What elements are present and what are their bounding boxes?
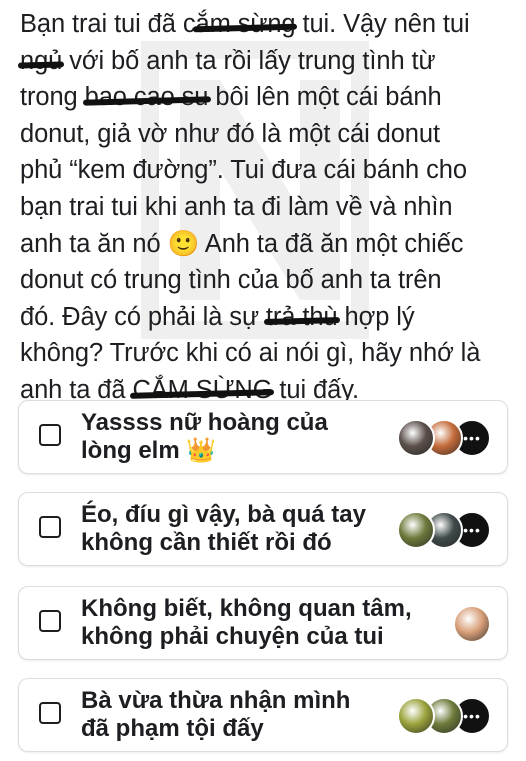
post-line: anh ta ăn nó 🙂 Anh ta đã ăn một chiếc bbox=[20, 226, 520, 263]
poll-option-label: Không biết, không quan tâm, không phải ch… bbox=[81, 595, 412, 651]
post-line: donut có trung tình của bố anh ta trên bbox=[20, 262, 520, 299]
avatar bbox=[397, 511, 435, 549]
poll-option-text: đã phạm tội đấy bbox=[81, 715, 264, 742]
post-text-segment: không? Trước khi có ai nói gì, hãy nhớ l… bbox=[20, 339, 481, 368]
post-line: không? Trước khi có ai nói gì, hãy nhớ l… bbox=[20, 335, 520, 372]
avatar bbox=[397, 419, 435, 457]
poll-checkbox[interactable] bbox=[39, 702, 61, 724]
poll-option-label: Bà vừa thừa nhận mình đã phạm tội đấy bbox=[81, 687, 401, 743]
post-line: ngủ với bố anh ta rồi lấy trung tình từ bbox=[20, 43, 520, 80]
avatar bbox=[453, 605, 491, 643]
post-text-segment: bạn trai tui khi anh ta đi làm về và nhì… bbox=[20, 192, 453, 221]
scribbled-word: trả thù bbox=[266, 299, 338, 336]
post-text-segment: donut có trung tình của bố anh ta trên bbox=[20, 266, 442, 295]
voter-avatars[interactable] bbox=[453, 605, 491, 643]
poll-option-text: Éo, đíu gì vậy, bà quá tay bbox=[81, 501, 366, 528]
voter-avatars[interactable]: ••• bbox=[397, 697, 491, 735]
poll-checkbox[interactable] bbox=[39, 424, 61, 446]
poll-option[interactable]: Bà vừa thừa nhận mình đã phạm tội đấy ••• bbox=[18, 678, 508, 752]
poll-option-label: Yassss nữ hoàng của lòng elm 👑 bbox=[81, 409, 401, 465]
avatar bbox=[397, 697, 435, 735]
poll-option-text: không phải chuyện của tui bbox=[81, 623, 384, 650]
post-line: donut, giả vờ như đó là một cái donut bbox=[20, 116, 520, 153]
post-text-segment: bôi lên một cái bánh bbox=[208, 83, 442, 112]
poll-option-text: Không biết, không quan tâm, bbox=[81, 595, 412, 622]
post-text-segment: phủ “kem đường”. Tui đưa cái bánh cho bbox=[20, 156, 467, 185]
poll-option-text: Bà vừa thừa nhận mình bbox=[81, 687, 351, 714]
post-line: trong bao cao su bôi lên một cái bánh bbox=[20, 79, 520, 116]
scribbled-word: bao cao su bbox=[85, 79, 209, 116]
poll-option-text: Yassss nữ hoàng của bbox=[81, 409, 328, 436]
post-line: Bạn trai tui đã cắm sừng tui. Vậy nên tu… bbox=[20, 6, 520, 43]
post-text-segment: đó. Đây có phải là sự bbox=[20, 302, 266, 331]
poll-option[interactable]: Éo, đíu gì vậy, bà quá tay không cần thiế… bbox=[18, 492, 508, 566]
post-text-segment: tui. Vậy nên tui bbox=[295, 10, 470, 38]
post-line: phủ “kem đường”. Tui đưa cái bánh cho bbox=[20, 152, 520, 189]
poll-checkbox[interactable] bbox=[39, 516, 61, 538]
poll-checkbox[interactable] bbox=[39, 610, 61, 632]
post-body: Bạn trai tui đã cắm sừng tui. Vậy nên tu… bbox=[20, 6, 520, 409]
post-text-segment: anh ta ăn nó 🙂 Anh ta đã ăn một chiếc bbox=[20, 229, 464, 258]
voter-avatars[interactable]: ••• bbox=[397, 419, 491, 457]
poll-option-text: không cần thiết rồi đó bbox=[81, 529, 332, 556]
post-line: đó. Đây có phải là sự trả thù hợp lý bbox=[20, 299, 520, 336]
scribbled-word: ắm sừng bbox=[195, 6, 295, 43]
scribbled-word: ngủ bbox=[20, 43, 62, 80]
poll-option[interactable]: Yassss nữ hoàng của lòng elm 👑 ••• bbox=[18, 400, 508, 474]
post-text-segment: trong bbox=[20, 83, 85, 112]
post-text-segment: với bố anh ta rồi lấy trung tình từ bbox=[62, 46, 436, 75]
post-text-segment: Bạn trai tui đã c bbox=[20, 10, 196, 38]
post-text-segment: donut, giả vờ như đó là một cái donut bbox=[20, 119, 440, 148]
voter-avatars[interactable]: ••• bbox=[397, 511, 491, 549]
poll-option-text: lòng elm 👑 bbox=[81, 437, 217, 464]
post-text-segment: hợp lý bbox=[337, 302, 415, 331]
poll-option[interactable]: Không biết, không quan tâm, không phải ch… bbox=[18, 586, 508, 660]
poll-option-label: Éo, đíu gì vậy, bà quá tay không cần thiế… bbox=[81, 501, 401, 557]
post-line: bạn trai tui khi anh ta đi làm về và nhì… bbox=[20, 189, 520, 226]
